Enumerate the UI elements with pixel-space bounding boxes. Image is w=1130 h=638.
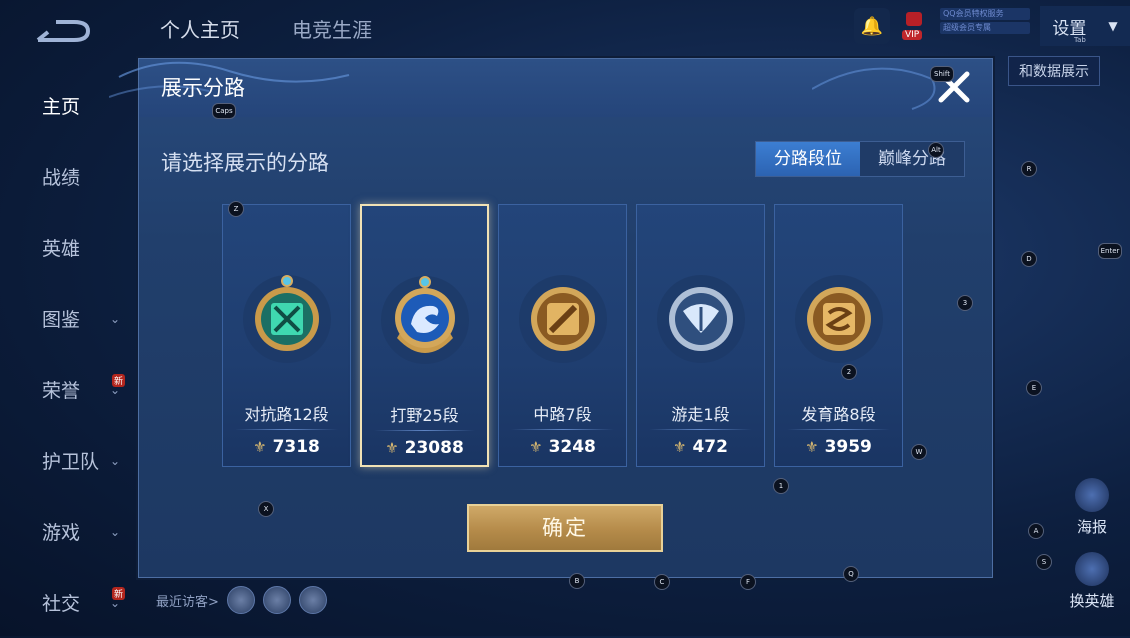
chevron-down-icon: ⌄ [110, 595, 121, 610]
sidebar-item-guard[interactable]: 护卫队 ⌄ [0, 425, 135, 496]
key-hint: 1 [773, 478, 789, 494]
sidebar-item-games[interactable]: 游戏 ⌄ [0, 496, 135, 567]
vip-icon[interactable]: VIP [900, 8, 930, 44]
avatar[interactable] [262, 586, 291, 614]
data-display-button[interactable]: 和数据展示 [1008, 56, 1100, 86]
hero-icon [1075, 552, 1109, 586]
key-hint: 3 [957, 295, 973, 311]
recent-visitors[interactable]: 最近访客> [156, 586, 327, 614]
key-hint: S [1036, 554, 1052, 570]
sidebar-item-social[interactable]: 社交新 ⌄ [0, 567, 135, 638]
key-hint: D [1021, 251, 1037, 267]
back-arrow-icon[interactable] [34, 18, 94, 48]
lane-name: 中路7段 [533, 405, 592, 424]
lane-card-clash[interactable]: 对抗路12段 ⚜ 7318 [222, 204, 351, 467]
notification-bell-icon[interactable]: 🔔 [854, 8, 890, 44]
farm-lane-badge-icon [794, 275, 883, 363]
lane-name: 发育路8段 [801, 405, 876, 424]
settings-button[interactable]: 设置 ▼ Tab [1040, 6, 1130, 46]
key-hint: 2 [841, 364, 857, 380]
lane-card-list: 对抗路12段 ⚜ 7318 打野25段 ⚜ 23088 中路7段 ⚜ 3248 … [222, 204, 903, 467]
promo-banner[interactable]: QQ会员特权服务 超级会员专属 [940, 8, 1030, 44]
tab-profile[interactable]: 个人主页 [160, 14, 240, 43]
points-icon: ⚜ [529, 438, 543, 456]
key-hint: Caps [212, 103, 236, 119]
lane-card-farm[interactable]: 发育路8段 ⚜ 3959 [774, 204, 903, 467]
poster-button[interactable]: 海报 [1062, 478, 1122, 537]
poster-icon [1075, 478, 1109, 512]
sidebar-item-honor[interactable]: 荣誉新 ⌄ [0, 354, 135, 425]
key-hint: F [740, 574, 756, 590]
lane-score: ⚜ 3959 [805, 437, 872, 457]
key-hint: A [1028, 523, 1044, 539]
sidebar-item-heroes[interactable]: 英雄 [0, 212, 135, 283]
points-icon: ⚜ [385, 439, 399, 457]
sidebar-item-records[interactable]: 战绩 [0, 141, 135, 212]
key-hint: E [1026, 380, 1042, 396]
lane-display-dialog: 展示分路 请选择展示的分路 分路段位 巅峰分路 对抗路12段 ⚜ 7318 打野… [109, 58, 993, 578]
chevron-down-icon: ⌄ [110, 382, 121, 397]
mid-lane-badge-icon [518, 275, 607, 363]
tab-lane-rank[interactable]: 分路段位 [756, 142, 860, 176]
jungle-badge-icon [380, 276, 469, 364]
key-hint: C [654, 574, 670, 590]
lane-name: 对抗路12段 [244, 405, 329, 424]
avatar[interactable] [298, 586, 327, 614]
confirm-button[interactable]: 确定 [467, 504, 663, 552]
dialog-header: 展示分路 [109, 59, 992, 117]
sidebar-item-collection[interactable]: 图鉴 ⌄ [0, 283, 135, 354]
lane-score: ⚜ 23088 [385, 438, 464, 458]
dialog-prompt: 请选择展示的分路 [161, 151, 329, 175]
chevron-down-icon: ⌄ [110, 524, 121, 539]
points-icon: ⚜ [673, 438, 687, 456]
key-hint: Enter [1098, 243, 1122, 259]
key-hint: Q [843, 566, 859, 582]
points-icon: ⚜ [253, 438, 267, 456]
roam-badge-icon [656, 275, 745, 363]
tab-peak-lane[interactable]: 巅峰分路 [860, 142, 964, 176]
key-hint: Shift [930, 66, 954, 82]
key-hint: W [911, 444, 927, 460]
lane-name: 游走1段 [671, 405, 730, 424]
lane-score: ⚜ 472 [673, 437, 728, 457]
tab-esports[interactable]: 电竞生涯 [292, 14, 372, 43]
lane-name: 打野25段 [390, 406, 459, 425]
lane-card-roam[interactable]: 游走1段 ⚜ 472 [636, 204, 765, 467]
key-hint: B [569, 573, 585, 589]
key-hint: R [1021, 161, 1037, 177]
chevron-down-icon: ▼ [1108, 19, 1118, 33]
chevron-down-icon: ⌄ [110, 311, 121, 326]
lane-card-jungle[interactable]: 打野25段 ⚜ 23088 [360, 204, 489, 467]
clash-lane-badge-icon [242, 275, 331, 363]
key-hint: X [258, 501, 274, 517]
chevron-down-icon: ⌄ [110, 453, 121, 468]
lane-score: ⚜ 3248 [529, 437, 596, 457]
top-tabs: 个人主页 电竞生涯 [160, 14, 372, 43]
key-hint: Alt [928, 142, 944, 158]
switch-hero-button[interactable]: 换英雄 [1062, 552, 1122, 611]
key-hint: Z [228, 201, 244, 217]
avatar[interactable] [226, 586, 255, 614]
lane-card-mid[interactable]: 中路7段 ⚜ 3248 [498, 204, 627, 467]
points-icon: ⚜ [805, 438, 819, 456]
top-right-toolbar: 🔔 VIP QQ会员特权服务 超级会员专属 设置 ▼ Tab [854, 6, 1130, 46]
lane-score: ⚜ 7318 [253, 437, 320, 457]
sidebar: 主页 战绩 英雄 图鉴 ⌄ 荣誉新 ⌄ 护卫队 ⌄ 游戏 ⌄ 社交新 ⌄ [0, 70, 135, 638]
dialog-title: 展示分路 [161, 76, 245, 100]
